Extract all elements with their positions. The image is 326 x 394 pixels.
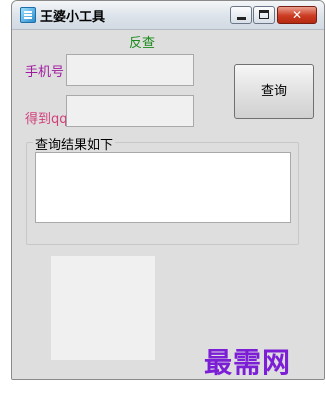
maximize-icon bbox=[259, 10, 269, 19]
results-group: 查询结果如下 bbox=[26, 134, 299, 245]
close-button[interactable]: ✕ bbox=[277, 6, 317, 24]
picture-box bbox=[51, 256, 155, 360]
window-title: 王婆小工具 bbox=[40, 10, 106, 25]
minimize-icon bbox=[237, 17, 246, 20]
minimize-button[interactable] bbox=[230, 6, 252, 24]
heading-label: 反查 bbox=[129, 36, 156, 51]
maximize-button[interactable] bbox=[253, 6, 275, 24]
qq-label: 得到qq bbox=[25, 112, 68, 127]
close-icon: ✕ bbox=[291, 8, 303, 22]
query-button[interactable]: 查询 bbox=[234, 64, 314, 119]
app-window: 王婆小工具 ✕ 反查 手机号 得到qq 查询 查询结果如下 bbox=[11, 0, 325, 380]
watermark-logo: 最需网 bbox=[204, 346, 292, 379]
phone-input[interactable] bbox=[66, 54, 194, 86]
title-bar[interactable]: 王婆小工具 ✕ bbox=[12, 1, 324, 30]
client-area: 反查 手机号 得到qq 查询 查询结果如下 bbox=[12, 30, 324, 379]
qq-input[interactable] bbox=[66, 95, 194, 127]
app-icon bbox=[20, 7, 36, 23]
phone-label: 手机号 bbox=[25, 65, 65, 80]
results-textbox[interactable] bbox=[35, 152, 291, 223]
results-group-title: 查询结果如下 bbox=[33, 134, 116, 153]
